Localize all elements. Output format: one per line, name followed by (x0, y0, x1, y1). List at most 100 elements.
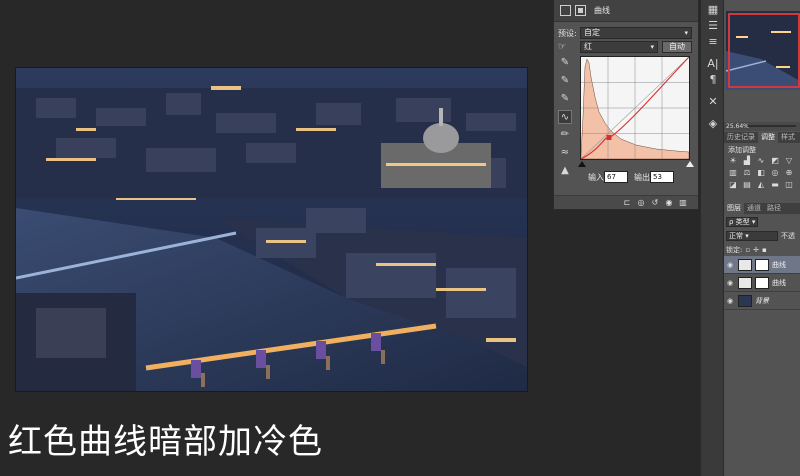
view-previous-icon[interactable]: ◎ (636, 198, 646, 207)
exposure-icon[interactable]: ◩ (770, 156, 780, 165)
reset-icon[interactable]: ↺ (650, 198, 660, 207)
paragraph-icon[interactable]: ¶ (705, 72, 721, 88)
bw-icon[interactable]: ◧ (756, 168, 766, 177)
adjust-icon[interactable]: ☰ (705, 18, 721, 34)
eye-icon[interactable]: ◉ (727, 261, 735, 269)
preset-label: 预设: (558, 28, 577, 38)
curves-bottombar: ⊏ ◎ ↺ ◉ ▥ (554, 195, 698, 209)
navigator-thumbnail[interactable] (726, 11, 800, 90)
tab-styles[interactable]: 样式 (778, 132, 798, 143)
layer-name: 曲线 (772, 278, 786, 287)
vibrance-icon[interactable]: ▽ (784, 156, 794, 165)
filter-kind-dropdown[interactable]: ρ 类型 ▾ (726, 216, 759, 227)
lock-all-icon[interactable]: ▪ (762, 246, 767, 254)
trash-icon[interactable]: ▥ (678, 198, 688, 207)
mask-icon[interactable] (575, 5, 586, 16)
channel-value: 红 (584, 42, 592, 51)
curves-icon[interactable]: ∿ (756, 156, 766, 165)
eye-icon[interactable]: ◉ (727, 279, 735, 287)
curve-point-icon[interactable]: ∿ (558, 110, 572, 124)
curve-graph[interactable] (580, 56, 690, 160)
tools-icon[interactable]: ✕ (705, 94, 721, 110)
lock-position-icon[interactable]: ✛ (753, 246, 759, 254)
layer-tabs: 图层 通道 路径 (724, 203, 800, 214)
layer-name: 曲线 (772, 260, 786, 269)
curves-title: 曲线 (594, 6, 610, 15)
filter-kind-value: 类型 (735, 217, 750, 226)
pencil-icon[interactable]: ✏ (558, 128, 572, 142)
layer-row[interactable]: ◉ 背景 (724, 292, 800, 310)
gradient-map-icon[interactable]: ▬ (770, 180, 780, 189)
blend-mode-value: 正常 (729, 231, 743, 240)
hand-adjust-icon[interactable]: ☞ (558, 42, 580, 52)
layer-name: 背景 (755, 296, 769, 305)
channel-row: ☞ 红 ▾ 自动 (558, 41, 694, 53)
selective-color-icon[interactable]: ◫ (784, 180, 794, 189)
text-style-icon[interactable]: A| (705, 56, 721, 72)
layer-mask-thumb[interactable] (755, 276, 769, 289)
caption-text: 红色曲线暗部加冷色 (8, 422, 323, 462)
photo-filter-icon[interactable]: ◎ (770, 168, 780, 177)
eyedropper-gray-icon[interactable]: ✎ (558, 74, 572, 88)
channel-dropdown[interactable]: 红 ▾ (580, 41, 658, 53)
adjust-tabs: 历史记录 调整 样式 (724, 132, 800, 143)
tab-paths[interactable]: 路径 (764, 203, 784, 214)
black-point-slider[interactable] (578, 161, 586, 167)
tab-history[interactable]: 历史记录 (724, 132, 758, 143)
balance-icon[interactable]: ⚖ (742, 168, 752, 177)
levels-icon[interactable]: ▟ (742, 156, 752, 165)
curve-tools: ✎ ✎ ✎ ∿ ✏ ≈ ▲ (558, 56, 574, 178)
preset-value: 自定 (584, 28, 600, 37)
tab-layers[interactable]: 图层 (724, 203, 744, 214)
eyedropper-black-icon[interactable]: ✎ (558, 56, 572, 70)
eyedropper-white-icon[interactable]: ✎ (558, 92, 572, 106)
mixer-icon[interactable]: ⊕ (784, 168, 794, 177)
white-point-slider[interactable] (686, 161, 694, 167)
curve-control-point[interactable] (606, 135, 612, 140)
preset-dropdown[interactable]: 自定 ▾ (580, 27, 692, 39)
zoom-row: 25.64% (724, 122, 800, 131)
adjustment-icons: ☀ ▟ ∿ ◩ ▽ ▥ ⚖ ◧ ◎ ⊕ ◪ ▤ ◭ ▬ ◫ (728, 156, 798, 189)
right-panel: 25.64% 历史记录 调整 样式 添加调整 ☀ ▟ ∿ ◩ ▽ ▥ ⚖ ◧ ◎… (724, 0, 800, 476)
background-layer-thumb (738, 294, 752, 307)
auto-button[interactable]: 自动 (662, 41, 692, 53)
lock-pixels-icon[interactable]: ▫ (745, 246, 750, 254)
threshold-icon[interactable]: ◭ (756, 180, 766, 189)
input-field[interactable]: 67 (604, 171, 628, 183)
lock-label: 锁定: (726, 245, 743, 254)
brightness-icon[interactable]: ☀ (728, 156, 738, 165)
blend-row: 正常 ▾ 不透 (726, 230, 800, 241)
curve-graph-svg (580, 56, 690, 160)
posterize-icon[interactable]: ▤ (742, 180, 752, 189)
curves-layer-thumb (738, 276, 752, 289)
output-field[interactable]: 53 (650, 171, 674, 183)
tab-channels[interactable]: 通道 (744, 203, 764, 214)
layer-row[interactable]: ◉ 曲线 (724, 256, 800, 274)
curves-layer-thumb (738, 258, 752, 271)
eye-icon[interactable]: ◉ (727, 297, 735, 305)
document-canvas[interactable] (15, 67, 528, 392)
properties-icon[interactable]: ▦ (705, 2, 721, 18)
lock-row: 锁定: ▫ ✛ ▪ (726, 244, 800, 255)
3d-icon[interactable]: ◈ (705, 116, 721, 132)
clipping-icon[interactable]: ▲ (558, 164, 572, 178)
tab-adjustments[interactable]: 调整 (758, 132, 778, 143)
layer-mask-thumb[interactable] (755, 258, 769, 271)
opacity-label: 不透 (781, 231, 795, 240)
smooth-icon[interactable]: ≈ (558, 146, 572, 160)
adjustment-icon[interactable] (560, 5, 571, 16)
panel-icon-strip: ▦ ☰ ≡ A| ¶ ✕ ◈ (700, 0, 724, 476)
clip-to-layer-icon[interactable]: ⊏ (622, 198, 632, 207)
hue-icon[interactable]: ▥ (728, 168, 738, 177)
visibility-icon[interactable]: ◉ (664, 198, 674, 207)
blend-mode-dropdown[interactable]: 正常 ▾ (726, 230, 778, 241)
invert-icon[interactable]: ◪ (728, 180, 738, 189)
chevron-down-icon: ▾ (650, 43, 654, 51)
zoom-slider[interactable] (748, 125, 796, 127)
navigator-view-box[interactable] (728, 13, 800, 88)
zoom-value[interactable]: 25.64% (726, 123, 749, 130)
align-icon[interactable]: ≡ (705, 34, 721, 50)
layer-row[interactable]: ◉ 曲线 (724, 274, 800, 292)
curves-panel: 曲线 预设: 自定 ▾ ☞ 红 ▾ 自动 ✎ ✎ ✎ ∿ ✏ ≈ ▲ 输入: 6… (553, 0, 699, 210)
layer-filter-row: ρ 类型 ▾ (726, 216, 800, 227)
